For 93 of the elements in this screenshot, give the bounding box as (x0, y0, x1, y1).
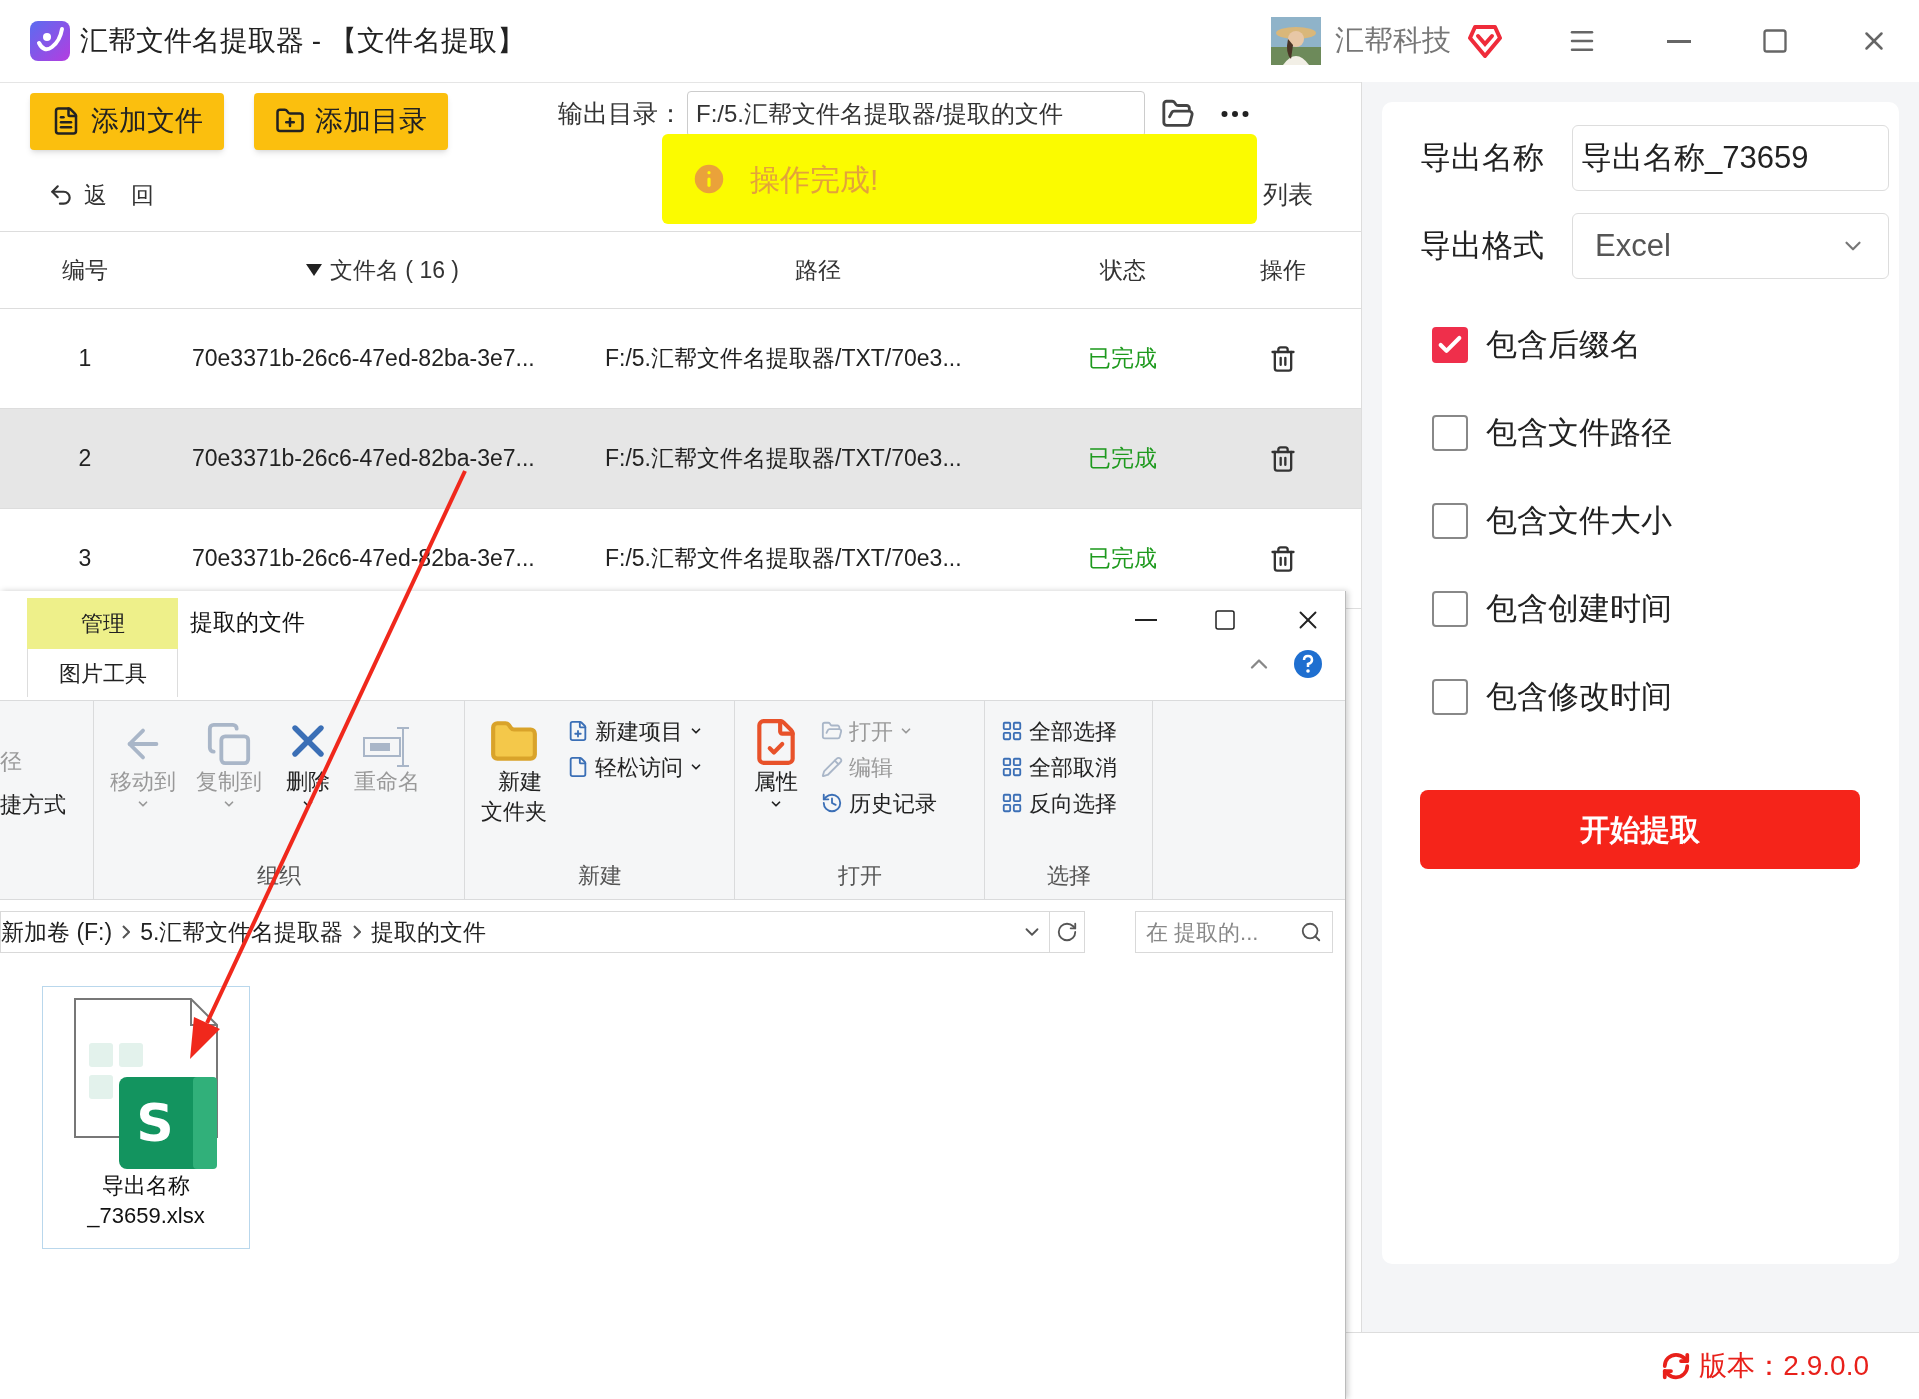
ribbon-button[interactable]: 历史记录 (821, 785, 937, 821)
option-checkbox[interactable]: 包含修改时间 (1420, 653, 1861, 741)
toast-message: 操作完成! (750, 161, 879, 198)
maximize-button[interactable] (1213, 608, 1237, 632)
file-item[interactable]: S 导出名称_73659.xlsx (42, 986, 250, 1249)
ribbon-button[interactable]: 新建项目 (567, 713, 703, 749)
option-checkbox[interactable]: 包含文件大小 (1420, 477, 1861, 565)
checkbox[interactable] (1432, 327, 1468, 363)
ribbon-button[interactable]: 反向选择 (1001, 785, 1117, 821)
version-label: 版本：2.9.0.0 (1661, 1345, 1869, 1387)
sort-down-icon[interactable] (305, 264, 322, 276)
file-name-cell: 70e3371b-26c6-47ed-82ba-3e7... (192, 445, 535, 472)
ribbon-button[interactable]: 属性 (745, 711, 807, 859)
spreadsheet-badge-letter: S (136, 1093, 174, 1153)
add-button[interactable]: 添加文件 (30, 92, 224, 150)
column-header[interactable]: 状态 (1099, 252, 1146, 288)
breadcrumb-item[interactable]: 提取的文件 (371, 914, 487, 950)
new-item-icon (567, 720, 589, 742)
delete-icon[interactable] (1269, 344, 1297, 373)
history-icon (821, 792, 843, 814)
row-number: 2 (78, 444, 92, 474)
file-path-cell: F:/5.汇帮文件名提取器/TXT/70e3... (605, 345, 962, 372)
delete-icon[interactable] (1269, 444, 1297, 473)
table-row[interactable]: 2 70e3371b-26c6-47ed-82ba-3e7... F:/5.汇帮文件名提取器/TXT/70e3... 已完成 (0, 409, 1361, 509)
ribbon-button[interactable]: 全部选择 (1001, 713, 1117, 749)
manage-tab[interactable]: 管理 (27, 598, 178, 649)
add-button[interactable]: 添加目录 (254, 92, 448, 150)
copy-icon (206, 721, 252, 767)
grid-icon (1001, 792, 1023, 814)
start-button[interactable]: 开始提取 (1420, 790, 1860, 869)
tool-group-label: 图片工具 (27, 649, 178, 697)
row-number: 1 (78, 344, 92, 374)
ribbon-group-label: 新建 (576, 862, 623, 890)
clear-list-button[interactable]: 列表 (1263, 176, 1313, 214)
delete-icon[interactable] (1269, 544, 1297, 573)
status-cell-text: 已完成 (1088, 344, 1157, 374)
breadcrumb-separator-icon (122, 925, 131, 939)
field-label: 导出名称 (1420, 138, 1545, 177)
app-logo-icon (30, 21, 70, 61)
minimize-button[interactable] (1667, 39, 1691, 43)
status-cell-text: 已完成 (1088, 544, 1157, 574)
refresh-icon (1661, 1351, 1692, 1381)
help-icon[interactable] (1293, 649, 1323, 679)
brand-name: 汇帮科技 (1335, 23, 1451, 59)
heart-icon (1467, 24, 1503, 58)
file-path-cell: F:/5.汇帮文件名提取器/TXT/70e3... (605, 545, 962, 572)
maximize-icon (1761, 27, 1789, 55)
column-header[interactable]: 编号 (62, 252, 108, 288)
search-field[interactable]: 在 提取的... (1135, 911, 1333, 953)
checkbox[interactable] (1432, 415, 1468, 451)
file-name-cell: 70e3371b-26c6-47ed-82ba-3e7... (192, 345, 535, 372)
grid-icon (1001, 720, 1023, 742)
ribbon-button[interactable]: 新建文件夹 (475, 711, 553, 859)
checkbox[interactable] (1432, 591, 1468, 627)
breadcrumb-item[interactable]: 新加卷 (F:) (1, 914, 113, 950)
option-checkbox[interactable]: 包含后缀名 (1420, 301, 1861, 389)
breadcrumb-separator-icon (353, 925, 362, 939)
rename-icon (363, 727, 411, 767)
minimize-icon (1667, 39, 1691, 43)
file-name: 导出名称_73659.xlsx (86, 1172, 206, 1230)
file-icon (567, 756, 589, 778)
row-number: 3 (78, 544, 92, 574)
checkbox[interactable] (1432, 679, 1468, 715)
pencil-icon (821, 756, 843, 778)
ribbon-button[interactable]: 轻松访问 (567, 749, 703, 785)
ribbon-group-label: 选择 (1045, 862, 1092, 890)
checkbox[interactable] (1432, 503, 1468, 539)
option-checkbox[interactable]: 包含创建时间 (1420, 565, 1861, 653)
status-cell-text: 已完成 (1088, 444, 1157, 474)
column-header[interactable]: 文件名 ( 16 ) (329, 252, 460, 288)
ribbon-button[interactable]: 全部取消 (1001, 749, 1117, 785)
grid-icon (1001, 756, 1023, 778)
spreadsheet-file-icon (74, 998, 218, 1169)
back-button[interactable]: 返 回 (48, 177, 155, 213)
column-header[interactable]: 操作 (1260, 252, 1306, 288)
field-label: 导出格式 (1420, 226, 1545, 265)
column-header[interactable]: 路径 (794, 252, 841, 288)
undo-icon (48, 182, 74, 208)
minimize-icon (1135, 619, 1157, 621)
explorer-title: 提取的文件 (190, 608, 305, 637)
clipped-ribbon-label[interactable]: 捷方式 (0, 788, 93, 821)
output-label: 输出目录： (558, 98, 683, 130)
file-path-cell: F:/5.汇帮文件名提取器/TXT/70e3... (605, 445, 962, 472)
window-title: 汇帮文件名提取器 - 【文件名提取】 (80, 24, 525, 58)
ribbon-group-label: 打开 (836, 862, 883, 890)
format-select[interactable]: Excel (1572, 213, 1889, 279)
option-checkbox[interactable]: 包含文件路径 (1420, 389, 1861, 477)
maximize-icon (1213, 608, 1237, 632)
search-icon[interactable] (1300, 921, 1322, 943)
name-input[interactable]: 导出名称_73659 (1572, 125, 1889, 191)
refresh-icon[interactable] (1056, 921, 1078, 943)
open-icon (821, 720, 843, 742)
maximize-button[interactable] (1761, 27, 1789, 55)
